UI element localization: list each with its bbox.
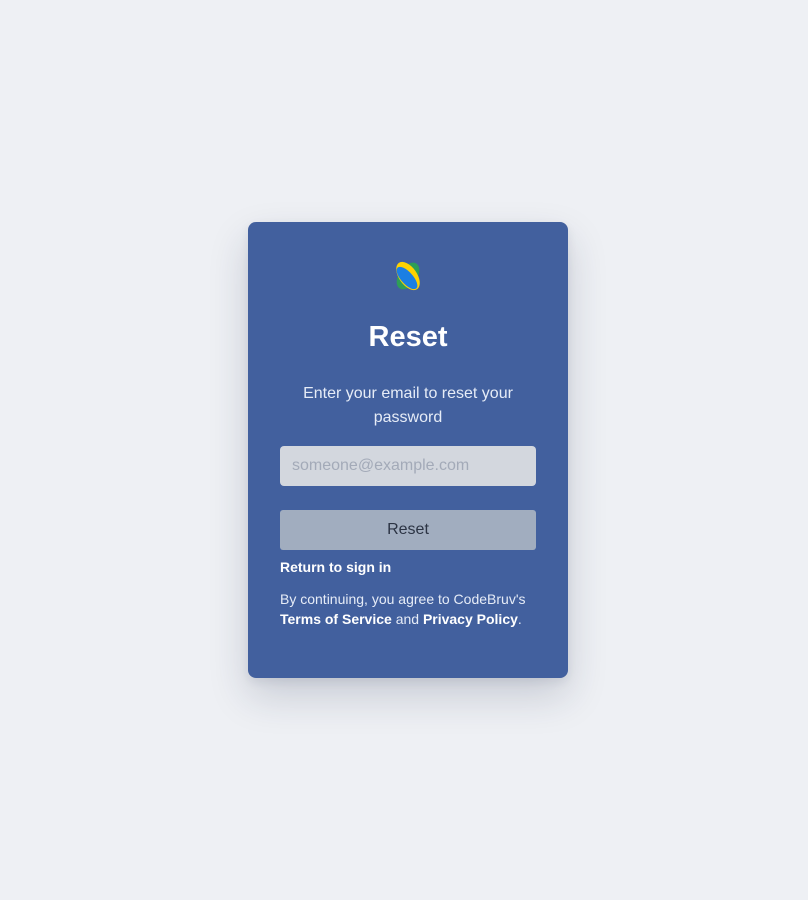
legal-conjunction: and [395,611,420,627]
terms-of-service-link[interactable]: Terms of Service [280,611,392,627]
legal-prefix: By continuing, you agree to CodeBruv's [280,591,526,607]
page-title: Reset [368,321,448,353]
email-field[interactable] [280,446,536,486]
instructions-text: Enter your email to reset your password [303,385,513,426]
return-to-sign-in-link[interactable]: Return to sign in [280,558,391,576]
privacy-policy-link[interactable]: Privacy Policy [423,611,518,627]
codebruv-logo-icon [396,261,420,291]
reset-card: Reset Enter your email to reset your pas… [248,222,568,678]
reset-button[interactable]: Reset [280,510,536,550]
legal-notice: By continuing, you agree to CodeBruv's T… [280,589,536,629]
legal-suffix: . [517,611,522,627]
